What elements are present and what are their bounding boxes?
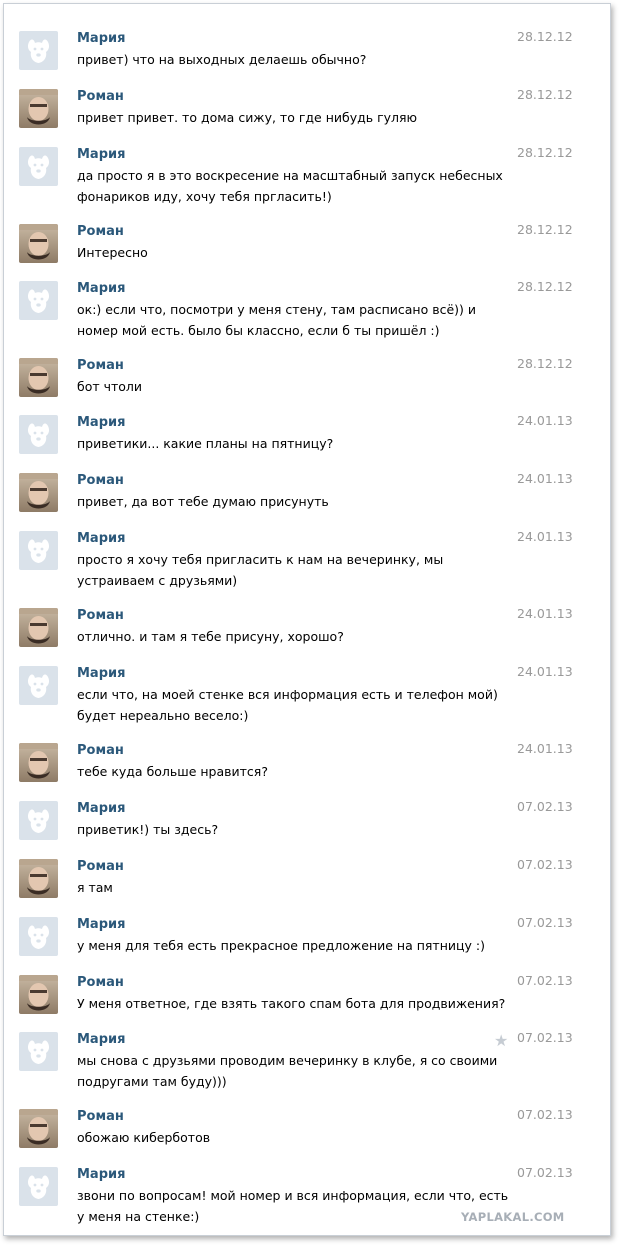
dialog-window: Мария привет) что на выходных делаешь обы…	[3, 3, 611, 1236]
message-date[interactable]: 07.02.13	[517, 915, 573, 930]
message-date[interactable]: 24.01.13	[517, 471, 573, 486]
message-author[interactable]: Роман	[77, 608, 124, 623]
message-date[interactable]: 24.01.13	[517, 606, 573, 621]
message-date[interactable]: 07.02.13	[517, 799, 573, 814]
message-text: У меня ответное, где взять такого спам б…	[77, 996, 506, 1011]
user-avatar-photo[interactable]	[19, 473, 58, 512]
dog-avatar-icon[interactable]	[19, 1167, 58, 1206]
message-author[interactable]: Роман	[77, 89, 124, 104]
message-author[interactable]: Мария	[77, 917, 125, 932]
user-avatar-photo[interactable]	[19, 859, 58, 898]
dog-avatar-icon[interactable]	[19, 281, 58, 320]
message-author[interactable]: Мария	[77, 281, 125, 296]
message-text: привет) что на выходных делаешь обычно?	[77, 52, 367, 67]
message-text: привет, да вот тебе думаю присунуть	[77, 494, 329, 509]
message-date[interactable]: 28.12.12	[517, 87, 573, 102]
dog-avatar-icon[interactable]	[19, 415, 58, 454]
message-text: у меня для тебя есть прекрасное предложе…	[77, 938, 485, 953]
watermark: YAPLAKAL.COM	[461, 1210, 565, 1224]
message-author[interactable]: Мария	[77, 531, 125, 546]
message-author[interactable]: Мария	[77, 415, 125, 430]
message-text: да просто я в это воскресение на масштаб…	[77, 168, 503, 204]
message-author[interactable]: Мария	[77, 1167, 125, 1182]
message-author[interactable]: Мария	[77, 31, 125, 46]
user-avatar-photo[interactable]	[19, 358, 58, 397]
message-text: ок:) если что, посмотри у меня стену, та…	[77, 302, 476, 338]
message-text: обожаю киберботов	[77, 1130, 211, 1145]
user-avatar-photo[interactable]	[19, 1109, 58, 1148]
message-author[interactable]: Роман	[77, 743, 124, 758]
user-avatar-photo[interactable]	[19, 608, 58, 647]
message-text: тебе куда больше нравится?	[77, 764, 268, 779]
message-author[interactable]: Роман	[77, 224, 124, 239]
message-author[interactable]: Мария	[77, 1032, 125, 1047]
message-author[interactable]: Мария	[77, 147, 125, 162]
dog-avatar-icon[interactable]	[19, 1032, 58, 1071]
message-date[interactable]: 24.01.13	[517, 413, 573, 428]
message-date[interactable]: 28.12.12	[517, 279, 573, 294]
message-date[interactable]: 24.01.13	[517, 529, 573, 544]
message-text: Интересно	[77, 245, 148, 260]
message-text: привет привет. то дома сижу, то где нибу…	[77, 110, 418, 125]
message-text: мы снова с друзьями проводим вечеринку в…	[77, 1053, 498, 1089]
message-text: просто я хочу тебя пригласить к нам на в…	[77, 552, 444, 588]
message-text: отлично. и там я тебе присуну, хорошо?	[77, 629, 344, 644]
message-date[interactable]: 28.12.12	[517, 145, 573, 160]
message-text: приветик!) ты здесь?	[77, 822, 219, 837]
message-date[interactable]: 07.02.13	[517, 1030, 573, 1045]
message-date[interactable]: 07.02.13	[517, 973, 573, 988]
dog-avatar-icon[interactable]	[19, 666, 58, 705]
user-avatar-photo[interactable]	[19, 975, 58, 1014]
message-author[interactable]: Роман	[77, 358, 124, 373]
message-author[interactable]: Роман	[77, 975, 124, 990]
message-date[interactable]: 28.12.12	[517, 222, 573, 237]
message-text: я там	[77, 880, 113, 895]
message-author[interactable]: Роман	[77, 1109, 124, 1124]
dog-avatar-icon[interactable]	[19, 147, 58, 186]
dog-avatar-icon[interactable]	[19, 917, 58, 956]
message-date[interactable]: 07.02.13	[517, 857, 573, 872]
message-text: приветики... какие планы на пятницу?	[77, 436, 334, 451]
message-date[interactable]: 24.01.13	[517, 664, 573, 679]
message-date[interactable]: 07.02.13	[517, 1107, 573, 1122]
message-date[interactable]: 28.12.12	[517, 356, 573, 371]
star-icon[interactable]: ★	[494, 1033, 508, 1049]
user-avatar-photo[interactable]	[19, 224, 58, 263]
message-date[interactable]: 24.01.13	[517, 741, 573, 756]
user-avatar-photo[interactable]	[19, 89, 58, 128]
dog-avatar-icon[interactable]	[19, 31, 58, 70]
message-author[interactable]: Роман	[77, 859, 124, 874]
message-date[interactable]: 28.12.12	[517, 29, 573, 44]
message-text: звони по вопросам! мой номер и вся инфор…	[77, 1188, 509, 1224]
user-avatar-photo[interactable]	[19, 743, 58, 782]
dog-avatar-icon[interactable]	[19, 801, 58, 840]
message-text: бот чтоли	[77, 379, 143, 394]
message-author[interactable]: Мария	[77, 666, 125, 681]
message-text: если что, на моей стенке вся информация …	[77, 687, 498, 723]
message-author[interactable]: Роман	[77, 473, 124, 488]
message-date[interactable]: 07.02.13	[517, 1165, 573, 1180]
message-author[interactable]: Мария	[77, 801, 125, 816]
dog-avatar-icon[interactable]	[19, 531, 58, 570]
